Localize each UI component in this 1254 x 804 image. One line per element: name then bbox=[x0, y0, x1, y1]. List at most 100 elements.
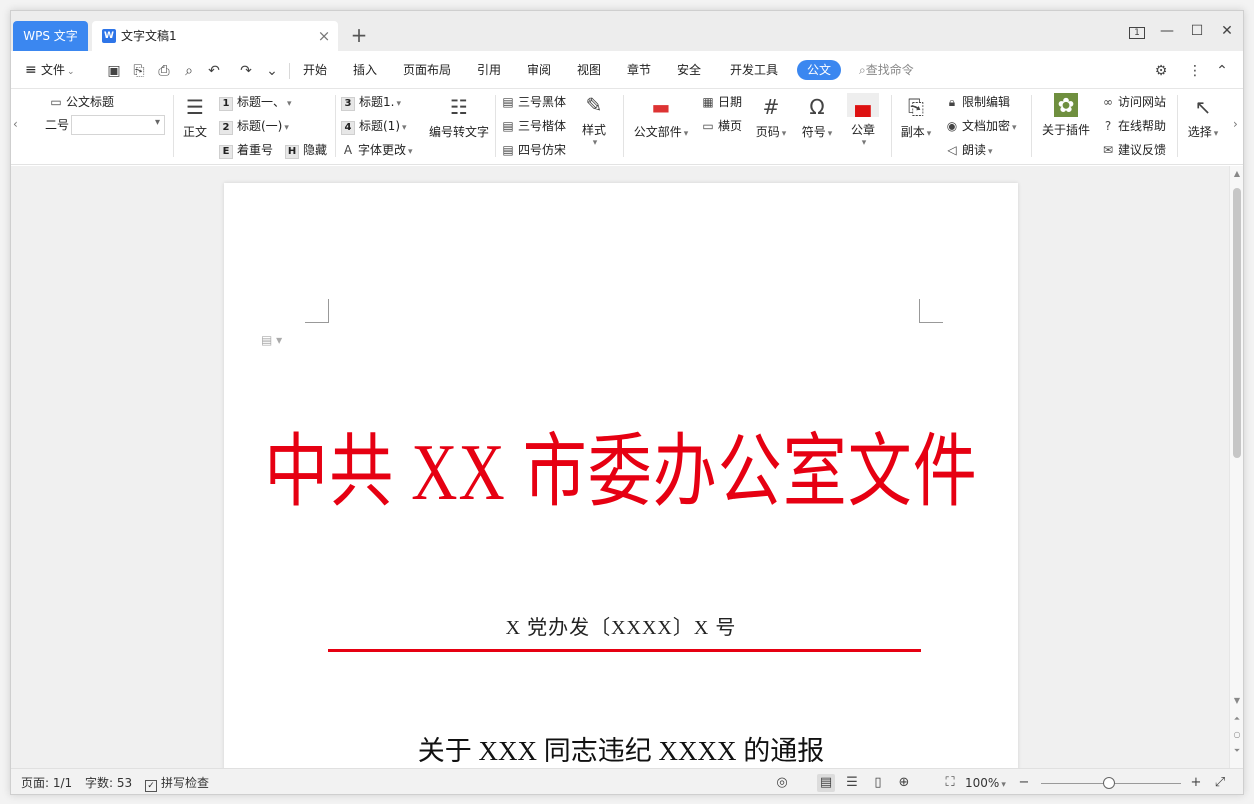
heading4-button[interactable]: 4 标题(1) ▾ bbox=[341, 117, 407, 137]
reading-view-icon[interactable]: ▯ bbox=[869, 774, 887, 792]
tab-developer[interactable]: 开发工具 bbox=[730, 60, 778, 80]
tab-document[interactable]: W 文字文稿1 × bbox=[92, 21, 338, 51]
tab-page-layout[interactable]: 页面布局 bbox=[403, 60, 451, 80]
emphasis-mark-button[interactable]: E 着重号 bbox=[219, 141, 273, 159]
page-number-button[interactable]: # 页码 ▾ bbox=[751, 95, 791, 140]
window-layout-button[interactable]: 1 bbox=[1123, 19, 1151, 43]
landscape-page-button[interactable]: ▭ 横页 bbox=[701, 117, 742, 135]
online-help-label: 在线帮助 bbox=[1118, 119, 1167, 133]
file-menu[interactable]: ≡ 文件 ⌄ bbox=[25, 60, 75, 80]
heading3-button[interactable]: 3 标题1. ▾ bbox=[341, 93, 401, 113]
browse-object-icon[interactable]: ○ bbox=[1230, 730, 1243, 739]
document-subject-title[interactable]: 关于 XXX 同志违纪 XXXX 的通报 bbox=[224, 729, 1018, 768]
print-icon[interactable]: ⎙ bbox=[155, 62, 173, 80]
maximize-button[interactable]: ☐ bbox=[1183, 19, 1211, 43]
new-tab-button[interactable]: + bbox=[347, 23, 371, 47]
checkbox-icon: ✓ bbox=[145, 780, 157, 792]
fangsong-4-button[interactable]: ▤ 四号仿宋 bbox=[501, 141, 566, 159]
export-pdf-icon[interactable]: ⎘ bbox=[130, 62, 148, 80]
word-count[interactable]: 字数: 53 bbox=[85, 775, 132, 791]
insert-date-button[interactable]: ▦ 日期 bbox=[701, 93, 742, 111]
settings-gear-icon[interactable]: ⚙ bbox=[1152, 62, 1170, 80]
select-button[interactable]: ↖ 选择 ▾ bbox=[1183, 95, 1223, 140]
document-canvas[interactable]: ▤ ▾ 中共 XX 市委办公室文件 X 党办发〔XXXX〕X 号 关于 XXX … bbox=[11, 166, 1231, 768]
heading1-button[interactable]: 1 标题一、 ▾ bbox=[219, 93, 292, 113]
scrollbar-thumb[interactable] bbox=[1233, 188, 1241, 458]
red-header-title[interactable]: 中共 XX 市委办公室文件 bbox=[224, 408, 1018, 523]
page-view-icon[interactable]: ▤ bbox=[817, 774, 835, 792]
select-label: 选择 bbox=[1187, 125, 1212, 139]
visit-website-button[interactable]: ∞ 访问网站 bbox=[1101, 93, 1166, 111]
kaiti-3-label: 三号楷体 bbox=[518, 119, 567, 133]
spell-check-toggle[interactable]: ✓ 拼写检查 bbox=[145, 775, 209, 792]
body-text-button[interactable]: ☰ 正文 bbox=[179, 95, 211, 140]
zoom-level-dropdown[interactable]: 100% ▾ bbox=[965, 775, 1006, 791]
about-plugin-button[interactable]: ✿ 关于插件 bbox=[1039, 93, 1093, 138]
print-preview-icon[interactable]: ⌕ bbox=[180, 62, 198, 80]
heiti-3-button[interactable]: ▤ 三号黑体 bbox=[501, 93, 566, 111]
chevron-down-icon: ▾ bbox=[408, 147, 413, 157]
paragraph-layout-icon[interactable]: ▤ ▾ bbox=[261, 333, 282, 347]
symbol-button[interactable]: Ω 符号 ▾ bbox=[797, 95, 837, 140]
document-parts-button[interactable]: ▬ 公文部件 ▾ bbox=[629, 95, 693, 140]
document-number[interactable]: X 党办发〔XXXX〕X 号 bbox=[224, 611, 1018, 640]
fit-page-icon[interactable]: ⛶ bbox=[941, 774, 959, 792]
style-button[interactable]: ✎ 样式 ▾ bbox=[577, 93, 611, 148]
chevron-down-icon: ⌄ bbox=[67, 67, 75, 77]
document-encrypt-label: 文档加密 bbox=[962, 119, 1011, 133]
hide-text-label: 隐藏 bbox=[303, 143, 328, 157]
feedback-button[interactable]: ✉ 建议反馈 bbox=[1101, 141, 1166, 159]
tab-official-document[interactable]: 公文 bbox=[797, 60, 842, 80]
web-view-icon[interactable]: ⊕ bbox=[895, 774, 913, 792]
collapse-ribbon-icon[interactable]: ⌃ bbox=[1213, 62, 1231, 80]
zoom-slider-thumb[interactable] bbox=[1103, 777, 1115, 789]
read-aloud-button[interactable]: ◁ 朗读 ▾ bbox=[945, 141, 992, 161]
tab-wps-home[interactable]: WPS 文字 bbox=[13, 21, 88, 51]
next-page-icon[interactable]: ⏷ bbox=[1230, 746, 1243, 756]
kaiti-3-button[interactable]: ▤ 三号楷体 bbox=[501, 117, 566, 135]
title-style-button[interactable]: ▭ 公文标题 bbox=[49, 93, 114, 111]
redo-icon[interactable]: ↷ bbox=[237, 62, 255, 80]
ribbon-scroll-left-icon[interactable]: ‹ bbox=[13, 117, 18, 131]
font-change-button[interactable]: A 字体更改 ▾ bbox=[341, 141, 413, 161]
tab-security[interactable]: 安全 bbox=[677, 60, 701, 80]
more-options-icon[interactable]: ⋮ bbox=[1186, 62, 1204, 80]
undo-icon[interactable]: ↶ bbox=[205, 62, 223, 80]
customize-toolbar-icon[interactable]: ⌄ bbox=[263, 62, 281, 80]
scroll-up-icon[interactable]: ▲ bbox=[1230, 169, 1243, 178]
save-icon[interactable]: ▣ bbox=[105, 62, 123, 80]
hide-text-button[interactable]: H 隐藏 bbox=[285, 141, 327, 159]
copy-button[interactable]: ⎘ 副本 ▾ bbox=[897, 95, 935, 140]
chevron-down-icon: ▾ bbox=[861, 138, 867, 148]
vertical-scrollbar[interactable]: ▲ ▼ ⏶ ○ ⏷ bbox=[1229, 166, 1243, 768]
fullscreen-icon[interactable]: ⤢ bbox=[1211, 774, 1229, 792]
tab-references[interactable]: 引用 bbox=[477, 60, 501, 80]
online-help-button[interactable]: ? 在线帮助 bbox=[1101, 117, 1166, 135]
font-change-label: 字体更改 bbox=[358, 143, 407, 157]
ribbon-scroll-right-icon[interactable]: › bbox=[1233, 117, 1238, 131]
eye-protection-icon[interactable]: ◎ bbox=[773, 774, 791, 792]
numbering-to-text-button[interactable]: ☷ 编号转文字 bbox=[427, 95, 491, 140]
font-size-dropdown[interactable] bbox=[71, 115, 165, 135]
outline-view-icon[interactable]: ☰ bbox=[843, 774, 861, 792]
restrict-editing-button[interactable]: 🔒︎ 限制编辑 bbox=[945, 93, 1010, 111]
tab-insert[interactable]: 插入 bbox=[353, 60, 377, 80]
command-search[interactable]: ⌕查找命令 bbox=[859, 60, 914, 80]
heading2-button[interactable]: 2 标题(一) ▾ bbox=[219, 117, 289, 137]
document-page[interactable]: ▤ ▾ 中共 XX 市委办公室文件 X 党办发〔XXXX〕X 号 关于 XXX … bbox=[224, 183, 1018, 768]
tab-view[interactable]: 视图 bbox=[577, 60, 601, 80]
official-seal-button[interactable]: ▄ 公章 ▾ bbox=[845, 93, 881, 148]
minimize-button[interactable]: — bbox=[1153, 19, 1181, 43]
zoom-in-icon[interactable]: + bbox=[1187, 774, 1205, 792]
tab-review[interactable]: 审阅 bbox=[527, 60, 551, 80]
layout-icon: 1 bbox=[1129, 27, 1145, 39]
previous-page-icon[interactable]: ⏶ bbox=[1230, 714, 1243, 724]
close-tab-icon[interactable]: × bbox=[316, 27, 332, 45]
scroll-down-icon[interactable]: ▼ bbox=[1230, 696, 1243, 705]
tab-chapter[interactable]: 章节 bbox=[627, 60, 651, 80]
tab-home[interactable]: 开始 bbox=[303, 60, 327, 80]
document-encrypt-button[interactable]: ◉ 文档加密 ▾ bbox=[945, 117, 1017, 137]
page-indicator[interactable]: 页面: 1/1 bbox=[21, 775, 72, 791]
zoom-out-icon[interactable]: − bbox=[1015, 774, 1033, 792]
close-window-button[interactable]: ✕ bbox=[1213, 19, 1241, 43]
